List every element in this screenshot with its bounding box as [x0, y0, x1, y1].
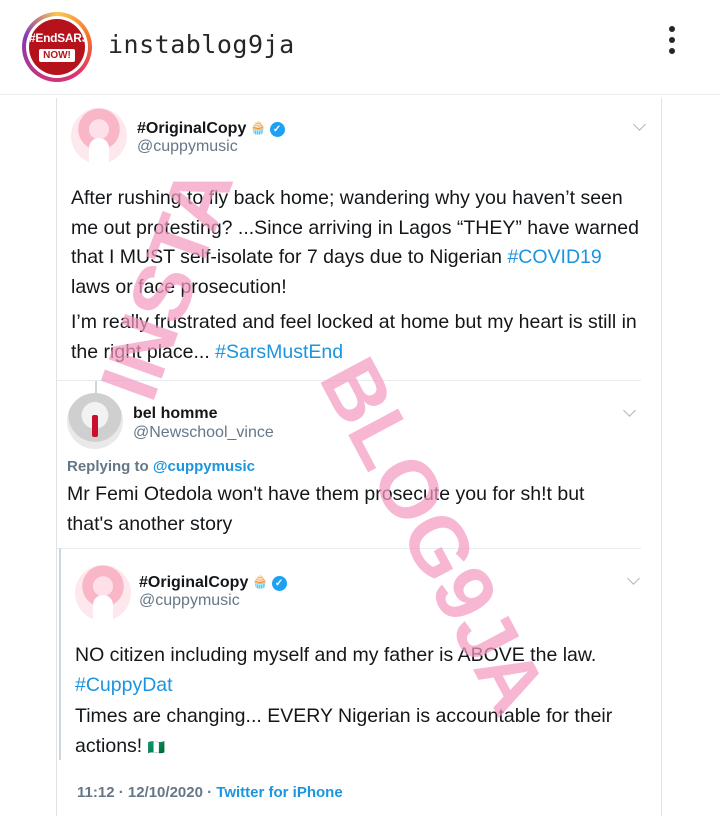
- hashtag-link[interactable]: #COVID19: [507, 246, 601, 268]
- tweet-body: After rushing to fly back home; wanderin…: [71, 184, 646, 367]
- tweet-paragraph: After rushing to fly back home; wanderin…: [71, 187, 639, 298]
- instagram-post-header: #EndSARS NOW! instablog9ja: [0, 0, 720, 95]
- tweet-paragraph: I’m really frustrated and feel locked at…: [71, 311, 637, 363]
- tweet-paragraph: NO citizen including myself and my fathe…: [75, 644, 597, 666]
- reply-author-name: bel homme: [133, 405, 218, 422]
- tweet-timestamp: 11:12 · 12/10/2020 · Twitter for iPhone: [77, 784, 343, 801]
- avatar: [71, 108, 127, 164]
- tweet-paragraph: #CuppyDat: [75, 671, 650, 701]
- reply-body: Mr Femi Otedola won't have them prosecut…: [67, 483, 585, 535]
- verified-badge-icon: ✓: [271, 576, 287, 591]
- profile-avatar: #EndSARS NOW!: [29, 19, 85, 75]
- avatar-now-text: NOW!: [39, 49, 75, 62]
- chevron-down-icon[interactable]: [627, 572, 640, 585]
- replying-to-label: Replying to @cuppymusic: [67, 458, 255, 475]
- chevron-down-icon[interactable]: [623, 404, 636, 417]
- tweet-author-name: #OriginalCopy 🧁 ✓: [139, 574, 287, 592]
- hashtag-link[interactable]: #CuppyDat: [75, 674, 173, 696]
- tweet-thread-screenshot: #OriginalCopy 🧁 ✓ @cuppymusic After rushin…: [56, 98, 662, 816]
- reply-author-handle: @Newschool_vince: [133, 424, 274, 441]
- tweet-author-name: #OriginalCopy 🧁 ✓: [137, 120, 285, 138]
- profile-avatar-story-ring[interactable]: #EndSARS NOW!: [22, 12, 92, 82]
- cupcake-icon: 🧁: [250, 120, 267, 135]
- nigeria-flag-icon: 🇳🇬: [147, 738, 166, 755]
- hashtag-link[interactable]: #SarsMustEnd: [215, 341, 343, 363]
- avatar-endsars-text: #EndSARS: [29, 31, 85, 45]
- tweet-source-link[interactable]: Twitter for iPhone: [216, 784, 342, 801]
- verified-badge-icon: ✓: [269, 122, 285, 137]
- chevron-down-icon[interactable]: [633, 118, 646, 131]
- tweet-author-handle: @cuppymusic: [137, 138, 238, 155]
- mention-link[interactable]: @cuppymusic: [153, 458, 255, 475]
- post-username[interactable]: instablog9ja: [108, 30, 295, 59]
- avatar: [67, 393, 123, 449]
- tweet-body: NO citizen including myself and my fathe…: [75, 641, 650, 762]
- thread-connector: [95, 381, 97, 393]
- cupcake-icon: 🧁: [252, 574, 269, 589]
- tweet-author-handle: @cuppymusic: [139, 592, 240, 609]
- more-vertical-icon[interactable]: [660, 26, 684, 66]
- divider: [57, 548, 641, 549]
- tweet-paragraph: Times are changing... EVERY Nigerian is …: [75, 705, 613, 757]
- divider: [57, 380, 641, 381]
- thread-connector: [59, 548, 61, 760]
- avatar: [75, 565, 131, 621]
